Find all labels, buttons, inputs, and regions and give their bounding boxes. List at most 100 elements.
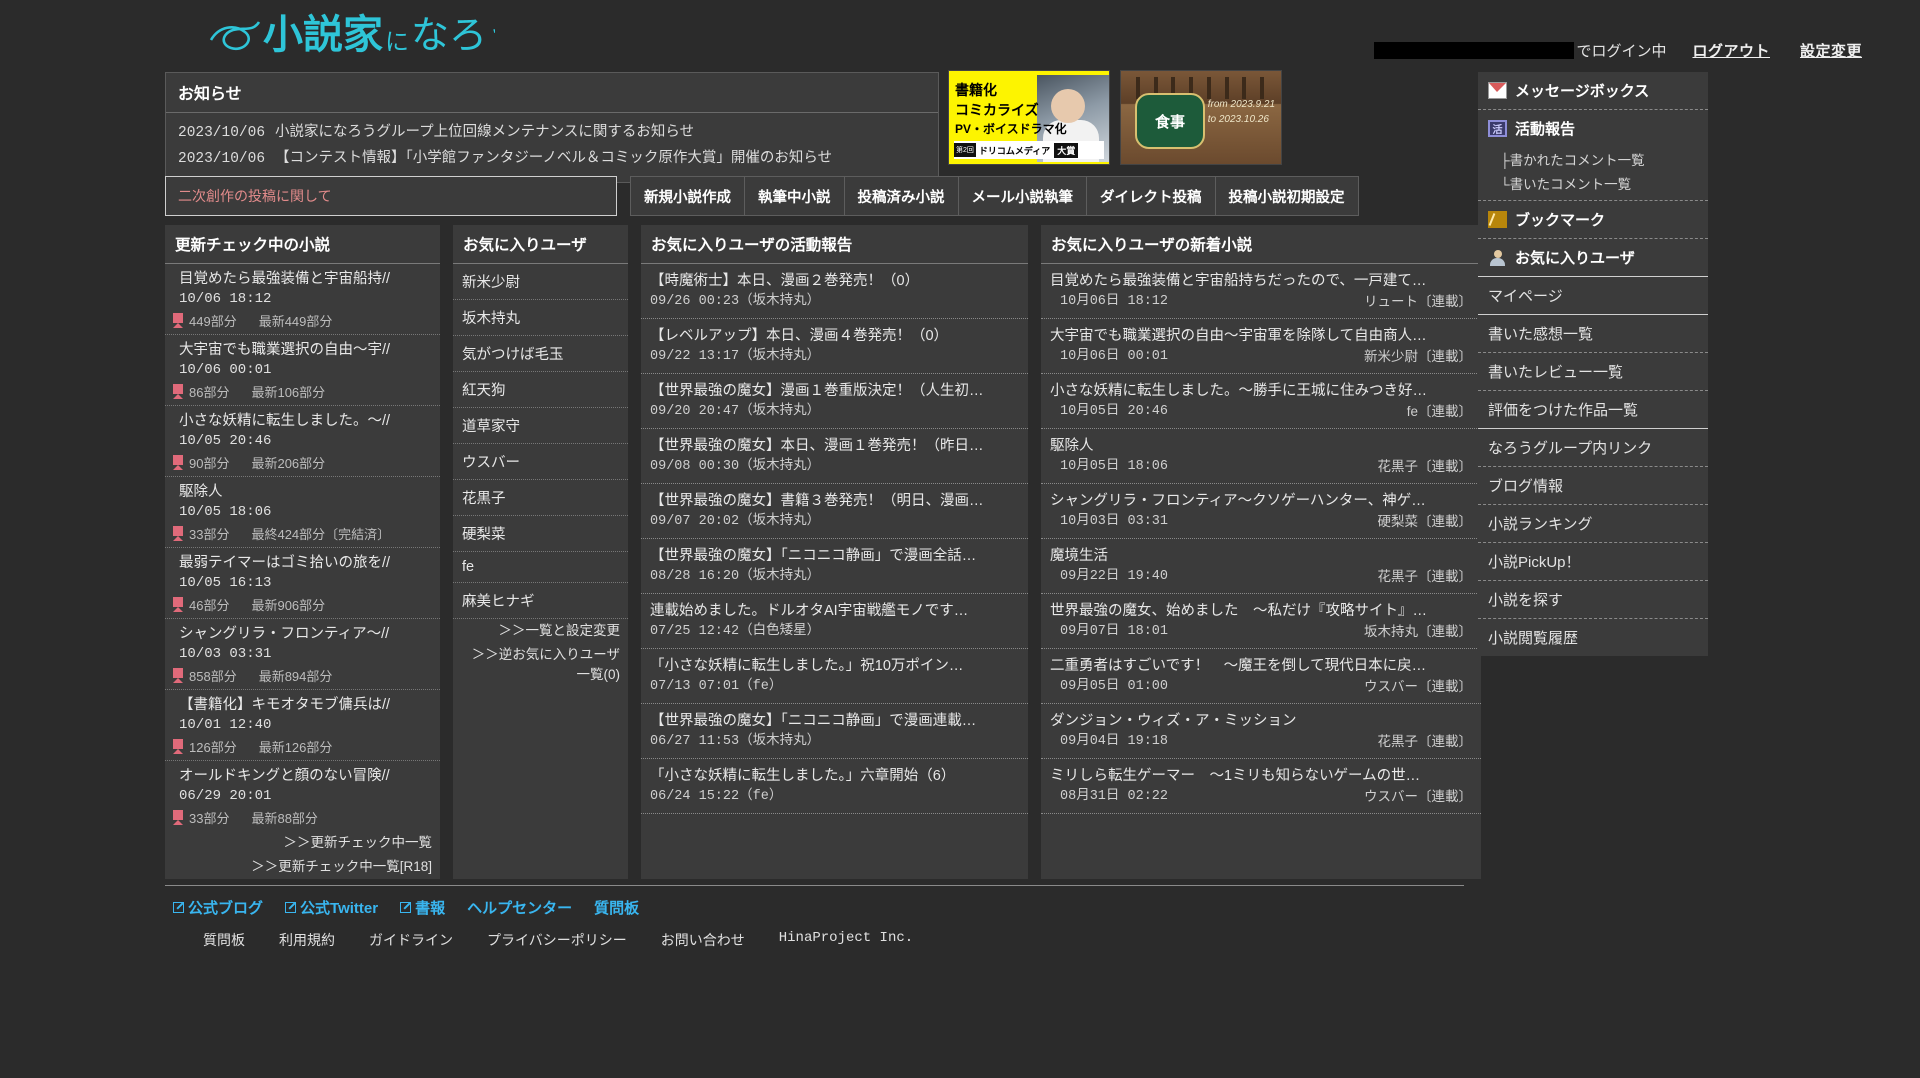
fav-user-item[interactable]: 気がつけば毛玉 — [453, 336, 628, 372]
tab-initial-settings[interactable]: 投稿小説初期設定 — [1214, 176, 1359, 216]
novel-row[interactable]: 【書籍化】キモオタモブ傭兵は// 10/01 12:40 126部分 最新126部分 — [165, 690, 440, 761]
report-row[interactable]: 「小さな妖精に転生しました。」六章開始（6） 06/24 15:22（fe） — [641, 759, 1028, 814]
footer-link-shoho[interactable]: 書報 — [400, 897, 445, 918]
footer-secondary-link[interactable]: プライバシーポリシー — [487, 930, 627, 950]
notice-text[interactable]: 小説家になろうグループ上位回線メンテナンスに関するお知らせ — [275, 124, 694, 140]
novel-row[interactable]: 大宇宙でも職業選択の自由～宇// 10/06 00:01 86部分 最新106部分 — [165, 335, 440, 406]
report-row[interactable]: 【世界最強の魔女】「ニコニコ静画」で漫画全話… 08/28 16:20（坂木持丸） — [641, 539, 1028, 594]
novel-row[interactable]: 駆除人 10/05 18:06 33部分 最終424部分〔完結済〕 — [165, 477, 440, 548]
footer-secondary-link[interactable]: お問い合わせ — [661, 930, 745, 950]
report-row[interactable]: 【世界最強の魔女】「ニコニコ静画」で漫画連載… 06/27 11:53（坂木持丸） — [641, 704, 1028, 759]
sidebar-item-bookmark[interactable]: ブックマーク — [1478, 201, 1708, 239]
report-row[interactable]: 【レベルアップ】本日、漫画４巻発売！（0） 09/22 13:17（坂木持丸） — [641, 319, 1028, 374]
report-title[interactable]: 「小さな妖精に転生しました。」祝10万ポイン… — [650, 655, 1019, 677]
footer-link-official-twitter[interactable]: 公式Twitter — [285, 897, 378, 918]
footer-link-help-center[interactable]: ヘルプセンター — [467, 897, 572, 918]
sidebar-item-written-reviews[interactable]: 書いたレビュー一覧 — [1478, 353, 1708, 391]
new-novel-row[interactable]: 二重勇者はすごいです！ ～魔王を倒して現代日本に戻… 09月05日 01:00 ウス… — [1041, 649, 1481, 704]
tab-new-novel[interactable]: 新規小説作成 — [630, 176, 745, 216]
report-title[interactable]: 【世界最強の魔女】本日、漫画１巻発売！（昨日… — [650, 435, 1019, 457]
footer-secondary-link[interactable]: 利用規約 — [279, 930, 335, 950]
tab-mail-writing[interactable]: メール小説執筆 — [957, 176, 1087, 216]
sidebar-sub-written-comments[interactable]: ├書かれたコメント一覧 — [1478, 147, 1708, 171]
new-novel-row[interactable]: 目覚めたら最強装備と宇宙船持ちだったので、一戸建て… 10月06日 18:12 リュ… — [1041, 264, 1481, 319]
new-novel-title[interactable]: 世界最強の魔女、始めました ～私だけ『攻略サイト』… — [1050, 600, 1472, 622]
notice-row[interactable]: 2023/10/06 【コンテスト情報】「小学館ファンタジーノベル＆コミック原作大… — [178, 146, 926, 172]
sidebar-item-novel-ranking[interactable]: 小説ランキング — [1478, 505, 1708, 543]
sidebar-item-browsing-history[interactable]: 小説閲覧履歴 — [1478, 619, 1708, 656]
novel-row[interactable]: シャングリラ・フロンティア～// 10/03 03:31 858部分 最新894部分 — [165, 619, 440, 690]
novel-row[interactable]: 最弱テイマーはゴミ拾いの旅を// 10/05 16:13 46部分 最新906部分 — [165, 548, 440, 619]
fav-user-item[interactable]: 硬梨菜 — [453, 516, 628, 552]
novel-row[interactable]: 小さな妖精に転生しました。～// 10/05 20:46 90部分 最新206部分 — [165, 406, 440, 477]
novel-title[interactable]: 最弱テイマーはゴミ拾いの旅を// — [173, 553, 432, 573]
new-novel-row[interactable]: 魔境生活 09月22日 19:40 花黒子〔連載〕 — [1041, 539, 1481, 594]
new-novel-title[interactable]: 小さな妖精に転生しました。～勝手に王城に住みつき好… — [1050, 380, 1472, 402]
new-novel-row[interactable]: ダンジョン・ウィズ・ア・ミッション 09月04日 19:18 花黒子〔連載〕 — [1041, 704, 1481, 759]
new-novel-title[interactable]: シャングリラ・フロンティア～クソゲーハンター、神ゲ… — [1050, 490, 1472, 512]
new-novel-row[interactable]: シャングリラ・フロンティア～クソゲーハンター、神ゲ… 10月03日 03:31 硬梨… — [1041, 484, 1481, 539]
report-title[interactable]: 「小さな妖精に転生しました。」六章開始（6） — [650, 765, 1019, 787]
report-row[interactable]: 【世界最強の魔女】書籍３巻発売！（明日、漫画… 09/07 20:02（坂木持丸） — [641, 484, 1028, 539]
update-check-list-link-r18[interactable]: ＞＞更新チェック中一覧[R18] — [165, 855, 440, 879]
new-novel-title[interactable]: 大宇宙でも職業選択の自由～宇宙軍を除隊して自由商人… — [1050, 325, 1472, 347]
sidebar-item-mypage[interactable]: マイページ — [1478, 277, 1708, 315]
footer-secondary-link[interactable]: 質問板 — [203, 930, 245, 950]
fav-user-item[interactable]: 紅天狗 — [453, 372, 628, 408]
footer-link-question-board[interactable]: 質問板 — [594, 897, 639, 918]
new-novel-title[interactable]: ダンジョン・ウィズ・ア・ミッション — [1050, 710, 1472, 732]
settings-link[interactable]: 設定変更 — [1800, 40, 1862, 61]
novel-row[interactable]: 目覚めたら最強装備と宇宙船持// 10/06 18:12 449部分 最新449部分 — [165, 264, 440, 335]
update-check-list-link[interactable]: ＞＞更新チェック中一覧 — [165, 831, 440, 855]
novel-title[interactable]: 【書籍化】キモオタモブ傭兵は// — [173, 695, 432, 715]
novel-title[interactable]: オールドキングと顔のない冒険// — [173, 766, 432, 786]
tab-drafts[interactable]: 執筆中小説 — [744, 176, 845, 216]
tab-posted[interactable]: 投稿済み小説 — [843, 176, 959, 216]
new-novel-row[interactable]: 小さな妖精に転生しました。～勝手に王城に住みつき好… 10月05日 20:46 fe… — [1041, 374, 1481, 429]
report-row[interactable]: 連載始めました。ドルオタAI宇宙戦艦モノです… 07/25 12:42（白色矮星） — [641, 594, 1028, 649]
report-row[interactable]: 【世界最強の魔女】漫画１巻重版決定！（人生初… 09/20 20:47（坂木持丸） — [641, 374, 1028, 429]
novel-title[interactable]: 大宇宙でも職業選択の自由～宇// — [173, 340, 432, 360]
report-title[interactable]: 【世界最強の魔女】「ニコニコ静画」で漫画全話… — [650, 545, 1019, 567]
logout-link[interactable]: ログアウト — [1692, 40, 1770, 61]
new-novel-title[interactable]: 目覚めたら最強装備と宇宙船持ちだったので、一戸建て… — [1050, 270, 1472, 292]
fav-user-item[interactable]: ウスバー — [453, 444, 628, 480]
fav-user-item[interactable]: 麻美ヒナギ — [453, 583, 628, 619]
novel-title[interactable]: 駆除人 — [173, 482, 432, 502]
new-novel-title[interactable]: ミリしら転生ゲーマー ～1ミリも知らないゲームの世… — [1050, 765, 1472, 787]
fav-user-item[interactable]: 新米少尉 — [453, 264, 628, 300]
new-novel-row[interactable]: 世界最強の魔女、始めました ～私だけ『攻略サイト』… 09月07日 18:01 坂木… — [1041, 594, 1481, 649]
fav-user-item[interactable]: 坂木持丸 — [453, 300, 628, 336]
reverse-fav-users-link[interactable]: ＞＞逆お気に入りユーザ一覧(0) — [453, 643, 628, 687]
novel-title[interactable]: 目覚めたら最強装備と宇宙船持// — [173, 269, 432, 289]
novel-row[interactable]: オールドキングと顔のない冒険// 06/29 20:01 33部分 最新88部分 — [165, 761, 440, 831]
report-title[interactable]: 【世界最強の魔女】書籍３巻発売！（明日、漫画… — [650, 490, 1019, 512]
sidebar-item-rated-works[interactable]: 評価をつけた作品一覧 — [1478, 391, 1708, 429]
new-novel-row[interactable]: ミリしら転生ゲーマー ～1ミリも知らないゲームの世… 08月31日 02:22 ウス… — [1041, 759, 1481, 814]
fav-user-item[interactable]: 道草家守 — [453, 408, 628, 444]
banner-shokuji[interactable]: 食事 from 2023.9.21 to 2023.10.26 — [1120, 70, 1282, 165]
sidebar-sub-my-comments[interactable]: └書いたコメント一覧 — [1478, 171, 1708, 201]
site-logo[interactable]: 小説家 に なろう — [205, 4, 495, 66]
fav-user-item[interactable]: 花黒子 — [453, 480, 628, 516]
footer-link-official-blog[interactable]: 公式ブログ — [173, 897, 263, 918]
sidebar-item-search-novels[interactable]: 小説を探す — [1478, 581, 1708, 619]
secondary-creation-notice[interactable]: 二次創作の投稿に関して — [165, 176, 617, 216]
novel-title[interactable]: シャングリラ・フロンティア～// — [173, 624, 432, 644]
new-novel-title[interactable]: 魔境生活 — [1050, 545, 1472, 567]
new-novel-row[interactable]: 大宇宙でも職業選択の自由～宇宙軍を除隊して自由商人… 10月06日 00:01 新米… — [1041, 319, 1481, 374]
new-novel-title[interactable]: 駆除人 — [1050, 435, 1472, 457]
sidebar-item-written-impressions[interactable]: 書いた感想一覧 — [1478, 315, 1708, 353]
report-row[interactable]: 【時魔術士】本日、漫画２巻発売！（0） 09/26 00:23（坂木持丸） — [641, 264, 1028, 319]
report-title[interactable]: 【時魔術士】本日、漫画２巻発売！（0） — [650, 270, 1019, 292]
fav-user-item[interactable]: fe — [453, 552, 628, 583]
sidebar-item-group-links[interactable]: なろうグループ内リンク — [1478, 429, 1708, 467]
sidebar-item-novel-pickup[interactable]: 小説PickUp！ — [1478, 543, 1708, 581]
tab-direct-post[interactable]: ダイレクト投稿 — [1086, 176, 1216, 216]
footer-secondary-link[interactable]: ガイドライン — [369, 930, 453, 950]
report-title[interactable]: 【レベルアップ】本日、漫画４巻発売！（0） — [650, 325, 1019, 347]
sidebar-item-blog-info[interactable]: ブログ情報 — [1478, 467, 1708, 505]
report-title[interactable]: 【世界最強の魔女】漫画１巻重版決定！（人生初… — [650, 380, 1019, 402]
report-row[interactable]: 「小さな妖精に転生しました。」祝10万ポイン… 07/13 07:01（fe） — [641, 649, 1028, 704]
sidebar-item-activity-report[interactable]: 活 活動報告 — [1478, 110, 1708, 147]
